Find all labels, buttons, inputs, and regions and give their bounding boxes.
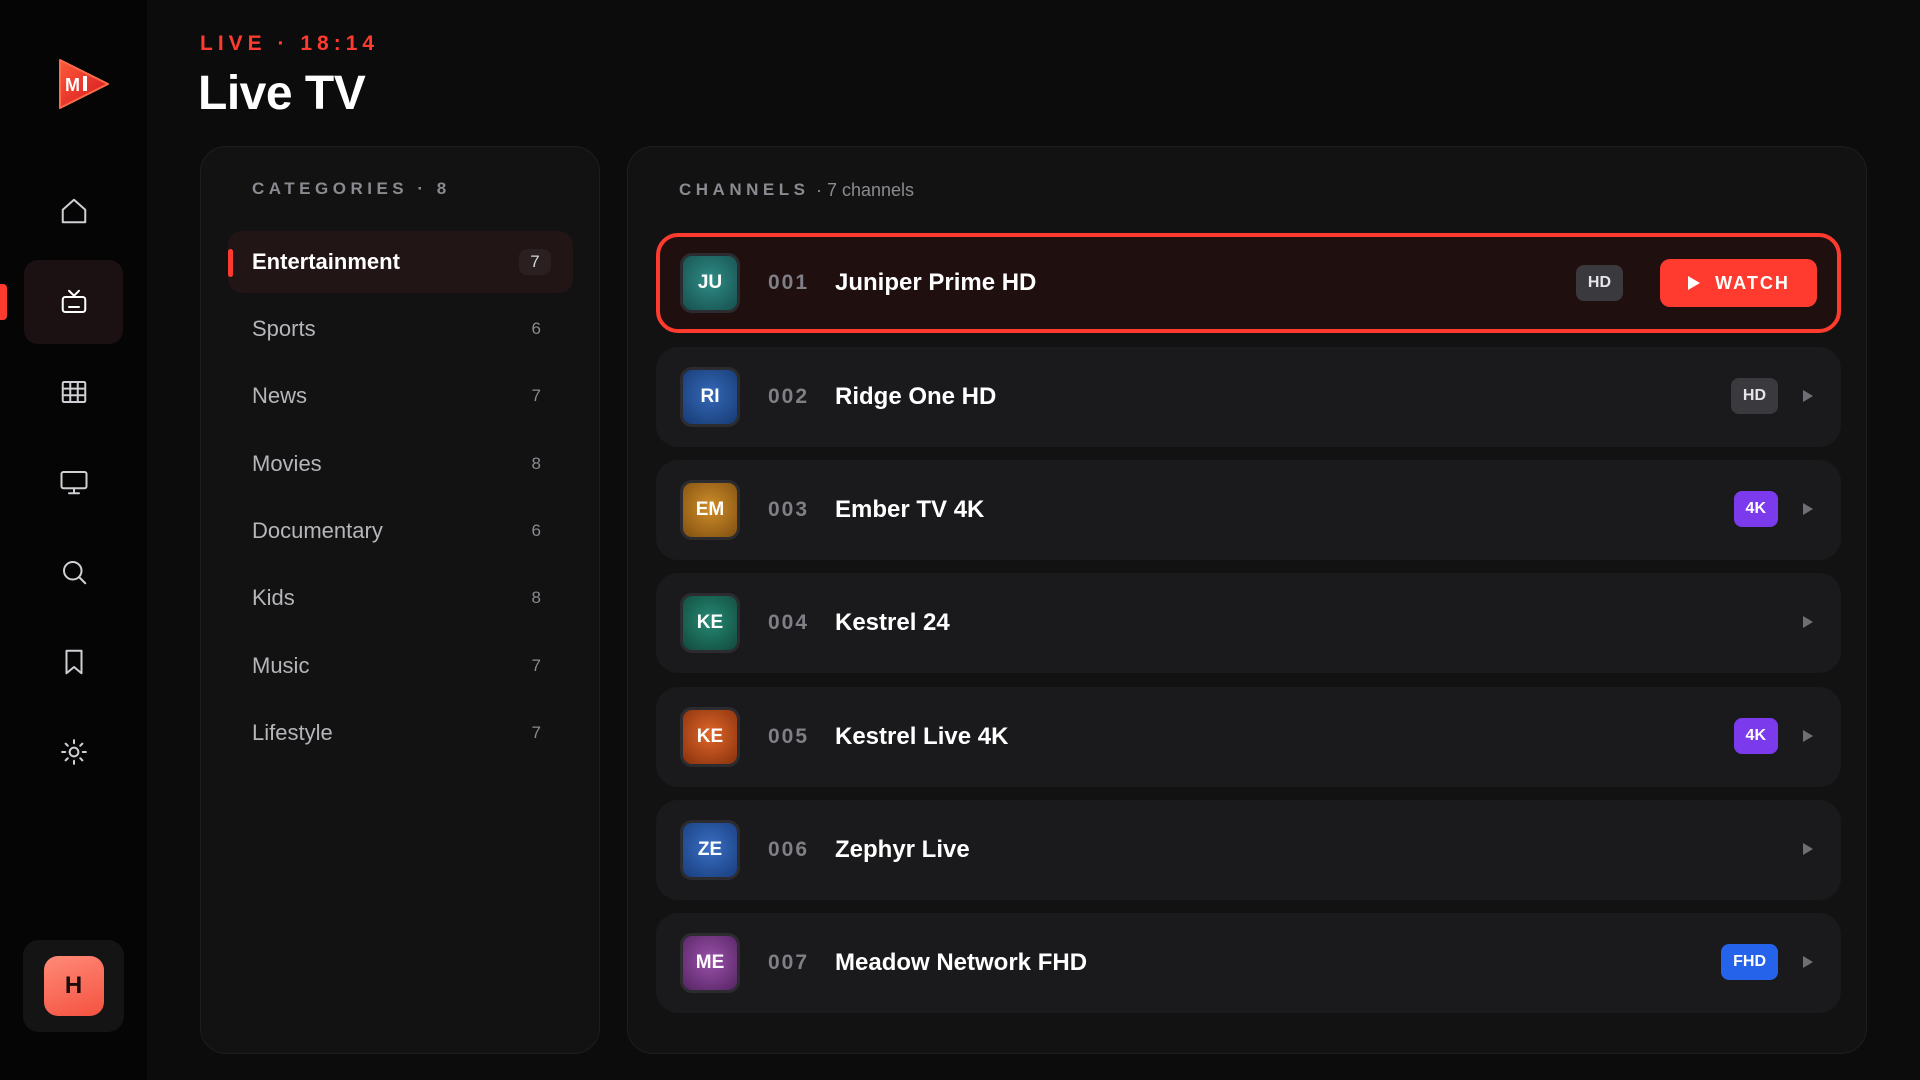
channel-row-zephyr-live[interactable]: ZE 006 Zephyr Live <box>656 800 1841 900</box>
category-item-sports[interactable]: Sports 6 <box>228 298 573 360</box>
channel-name: Ridge One HD <box>835 383 997 410</box>
category-label: Lifestyle <box>252 720 333 745</box>
app-logo[interactable]: M <box>50 52 114 116</box>
channel-logo: JU <box>680 253 740 313</box>
nav-settings[interactable] <box>24 710 123 794</box>
category-item-entertainment[interactable]: Entertainment 7 <box>228 231 573 293</box>
nav-live-tv[interactable] <box>24 260 123 344</box>
category-label: Entertainment <box>252 249 400 274</box>
channels-heading: CHANNELS <box>679 180 810 199</box>
category-count: 6 <box>531 319 541 338</box>
category-count: 7 <box>531 386 541 405</box>
channel-logo: RI <box>680 367 740 427</box>
channel-name: Ember TV 4K <box>835 496 985 523</box>
sidebar: M H <box>0 0 147 1080</box>
category-item-kids[interactable]: Kids 8 <box>228 567 573 629</box>
quality-badge: 4K <box>1733 491 1778 527</box>
channel-logo: KE <box>680 593 740 653</box>
play-arrow-icon[interactable] <box>1801 500 1815 518</box>
home-icon <box>61 198 86 224</box>
quality-badge: FHD <box>1721 944 1778 980</box>
channel-number: 003 <box>768 498 810 521</box>
category-count: 8 <box>531 454 541 473</box>
channel-logo: ME <box>680 933 740 993</box>
nav-guide[interactable] <box>24 350 123 434</box>
monitor-icon <box>60 471 87 495</box>
channel-name: Zephyr Live <box>835 836 970 863</box>
channel-name: Juniper Prime HD <box>835 269 1037 296</box>
watch-button[interactable]: WATCH <box>1660 259 1817 307</box>
channel-row-ember-tv-4k[interactable]: EM 003 Ember TV 4K 4K <box>656 460 1841 560</box>
channel-number: 004 <box>768 611 810 634</box>
svg-text:M: M <box>65 75 80 95</box>
channel-logo: ZE <box>680 820 740 880</box>
category-item-documentary[interactable]: Documentary 6 <box>228 500 573 562</box>
channels-panel: CHANNELS · 7 channels JU 001 Juniper Pri… <box>627 146 1867 1054</box>
page-title: Live TV <box>198 67 366 120</box>
category-item-music[interactable]: Music 7 <box>228 635 573 697</box>
quality-badge: HD <box>1730 378 1778 414</box>
quality-badge: 4K <box>1733 718 1778 754</box>
channel-number: 006 <box>768 838 810 861</box>
live-clock: LIVE · 18:14 <box>200 32 380 55</box>
user-profile[interactable]: H <box>23 940 124 1032</box>
play-arrow-icon[interactable] <box>1801 840 1815 858</box>
channel-row-meadow-network-fhd[interactable]: ME 007 Meadow Network FHD FHD <box>656 913 1841 1013</box>
active-indicator <box>0 284 7 320</box>
play-arrow-icon[interactable] <box>1801 613 1815 631</box>
channel-number: 005 <box>768 725 810 748</box>
category-item-lifestyle[interactable]: Lifestyle 7 <box>228 702 573 764</box>
play-icon <box>1688 276 1701 290</box>
category-count: 7 <box>531 656 541 675</box>
channel-number: 001 <box>768 271 810 294</box>
channel-row-kestrel-live-4k[interactable]: KE 005 Kestrel Live 4K 4K <box>656 687 1841 787</box>
channel-name: Meadow Network FHD <box>835 949 1088 976</box>
tv-icon <box>61 289 86 313</box>
category-label: News <box>252 383 308 408</box>
play-arrow-icon[interactable] <box>1801 953 1815 971</box>
category-label: Documentary <box>252 518 383 543</box>
channel-logo: KE <box>680 707 740 767</box>
nav-home[interactable] <box>24 169 123 253</box>
category-count: 8 <box>531 588 541 607</box>
search-icon <box>62 561 86 585</box>
category-label: Kids <box>252 585 295 610</box>
avatar[interactable]: H <box>43 956 104 1016</box>
category-label: Sports <box>252 316 316 341</box>
category-label: Music <box>252 653 310 678</box>
play-arrow-icon[interactable] <box>1801 387 1815 405</box>
channel-row-kestrel-24[interactable]: KE 004 Kestrel 24 <box>656 573 1841 673</box>
channel-name: Kestrel 24 <box>835 609 950 636</box>
nav-bookmarks[interactable] <box>24 620 123 704</box>
channel-number: 002 <box>768 385 810 408</box>
category-item-movies[interactable]: Movies 8 <box>228 433 573 495</box>
category-item-news[interactable]: News 7 <box>228 365 573 427</box>
grid-icon <box>61 381 86 403</box>
channel-name: Kestrel Live 4K <box>835 723 1009 750</box>
category-count: 7 <box>531 723 541 742</box>
channel-row-ridge-one-hd[interactable]: RI 002 Ridge One HD HD <box>656 347 1841 447</box>
settings-icon <box>60 739 87 765</box>
quality-badge: HD <box>1575 265 1623 301</box>
nav-screens[interactable] <box>24 440 123 524</box>
categories-heading: CATEGORIES · 8 <box>252 179 451 198</box>
categories-panel: CATEGORIES · 8 Entertainment 7 Sports 6 … <box>200 146 600 1054</box>
play-arrow-icon[interactable] <box>1801 727 1815 745</box>
bookmark-icon <box>65 649 82 675</box>
channel-logo: EM <box>680 480 740 540</box>
category-count: 7 <box>519 249 551 275</box>
watch-label: WATCH <box>1715 272 1790 293</box>
nav-search[interactable] <box>24 530 123 614</box>
category-count: 6 <box>531 521 541 540</box>
channels-count: · 7 channels <box>816 180 915 200</box>
channel-row-juniper-prime-hd[interactable]: JU 001 Juniper Prime HD HD WATCH <box>656 233 1841 333</box>
category-label: Movies <box>252 451 322 476</box>
channel-number: 007 <box>768 951 810 974</box>
